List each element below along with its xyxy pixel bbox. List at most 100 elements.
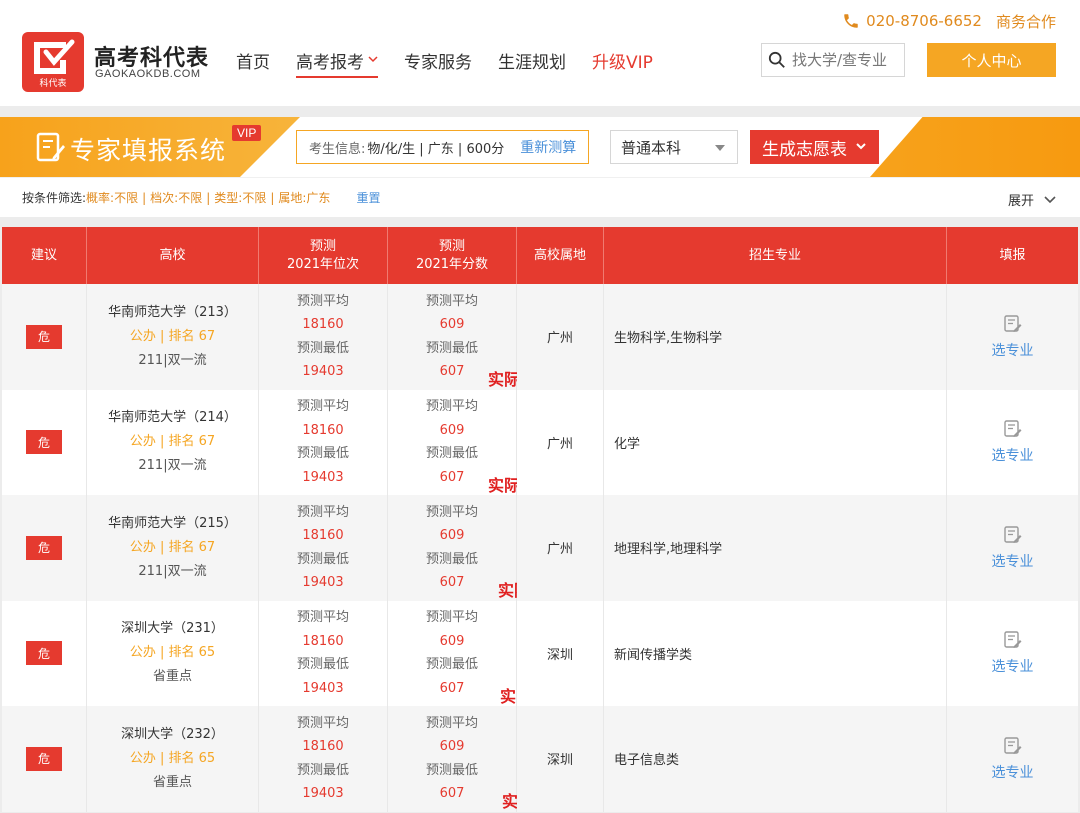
table-row: 危 深圳大学（232） 公办 | 排名 65 省重点 预测平均 18160 预测… bbox=[2, 706, 1078, 812]
rank-avg-label: 预测平均 bbox=[296, 293, 349, 309]
student-info: 考生信息: 物/化/生 | 广东 | 600分 重新测算 bbox=[296, 130, 589, 164]
filter-tier-value[interactable]: 不限 bbox=[178, 189, 202, 206]
table-row: 危 华南师范大学（215） 公办 | 排名 67 211|双一流 预测平均 18… bbox=[2, 495, 1078, 601]
edit-list-icon bbox=[1003, 526, 1021, 543]
rank-avg-value: 18160 bbox=[302, 633, 344, 649]
school-name[interactable]: 深圳大学（231） bbox=[121, 617, 224, 641]
enrollment-major: 新闻传播学类 bbox=[614, 647, 693, 663]
school-tag: 211|双一流 bbox=[138, 458, 207, 474]
pick-major-link[interactable]: 选专业 bbox=[992, 340, 1034, 360]
score-min-value: 607 bbox=[439, 364, 465, 380]
col-rank: 预测 2021年位次 bbox=[259, 227, 388, 284]
nav-upgrade-vip[interactable]: 升级VIP bbox=[592, 48, 653, 78]
pick-major-link[interactable]: 选专业 bbox=[992, 762, 1034, 782]
nav-career-planning[interactable]: 生涯规划 bbox=[498, 48, 566, 78]
pick-major-link[interactable]: 选专业 bbox=[992, 656, 1034, 676]
score-min-label: 预测最低 bbox=[425, 340, 478, 356]
rank-min-label: 预测最低 bbox=[296, 340, 349, 356]
edit-list-icon bbox=[1003, 631, 1021, 649]
rank-min-value: 19403 bbox=[302, 364, 344, 380]
batch-level-value: 普通本科 bbox=[621, 138, 682, 157]
batch-level-select[interactable]: 普通本科 bbox=[610, 130, 738, 164]
nav-expert-service[interactable]: 专家服务 bbox=[404, 48, 472, 78]
score-min-value: 607 bbox=[439, 575, 465, 591]
generate-form-label: 生成志愿表 bbox=[762, 139, 847, 160]
table-body: 危 华南师范大学（213） 公办 | 排名 67 211|双一流 预测平均 18… bbox=[2, 284, 1078, 812]
enrollment-major: 生物科学,生物科学 bbox=[614, 331, 723, 347]
rank-avg-value: 18160 bbox=[302, 528, 344, 544]
filter-expand-toggle[interactable]: 展开 bbox=[1008, 190, 1056, 209]
score-min-label: 预测最低 bbox=[425, 446, 478, 462]
rank-avg-value: 18160 bbox=[302, 422, 344, 438]
pick-major-cell[interactable]: 选专业 bbox=[947, 495, 1078, 601]
col-school: 高校 bbox=[87, 227, 259, 284]
school-name[interactable]: 华南师范大学（214） bbox=[108, 406, 237, 430]
school-name[interactable]: 深圳大学（232） bbox=[121, 723, 224, 747]
school-meta: 公办 | 排名 67 bbox=[129, 328, 216, 344]
rank-avg-label: 预测平均 bbox=[296, 715, 349, 731]
filter-expand-label: 展开 bbox=[1007, 194, 1034, 209]
school-meta: 公办 | 排名 67 bbox=[129, 539, 216, 555]
recommendation-table: 建议 高校 预测 2021年位次 预测 2021年分数 高校属地 招生专业 填报 危… bbox=[2, 227, 1078, 813]
school-tag: 211|双一流 bbox=[138, 563, 207, 579]
risk-badge: 危 bbox=[26, 430, 62, 455]
pick-major-cell[interactable]: 选专业 bbox=[947, 284, 1078, 390]
score-avg-label: 预测平均 bbox=[425, 504, 478, 520]
col-suggest: 建议 bbox=[2, 227, 87, 284]
rank-avg-label: 预测平均 bbox=[296, 399, 349, 415]
filter-region-value[interactable]: 广东 bbox=[306, 189, 330, 206]
school-meta: 公办 | 排名 65 bbox=[129, 645, 216, 661]
chevron-down-icon bbox=[368, 56, 378, 63]
school-location: 广州 bbox=[546, 436, 573, 452]
pick-major-link[interactable]: 选专业 bbox=[992, 445, 1034, 465]
pick-major-cell[interactable]: 选专业 bbox=[947, 389, 1078, 495]
score-avg-label: 预测平均 bbox=[425, 293, 478, 309]
rank-avg-value: 18160 bbox=[302, 739, 344, 755]
logo-mark-icon bbox=[34, 39, 75, 74]
recalculate-link[interactable]: 重新测算 bbox=[520, 137, 576, 157]
score-avg-label: 预测平均 bbox=[425, 399, 478, 415]
search-icon[interactable] bbox=[768, 51, 786, 69]
school-tag: 211|双一流 bbox=[138, 352, 207, 368]
nav-home[interactable]: 首页 bbox=[236, 48, 270, 78]
score-avg-value: 609 bbox=[439, 739, 465, 755]
search-input[interactable] bbox=[792, 51, 902, 69]
business-link[interactable]: 商务合作 bbox=[996, 11, 1056, 32]
filter-region-key: 属地: bbox=[278, 191, 307, 205]
filter-tier-key: 档次: bbox=[150, 191, 179, 205]
school-tag: 省重点 bbox=[152, 774, 192, 790]
edit-list-icon bbox=[1003, 737, 1021, 754]
risk-badge: 危 bbox=[26, 324, 62, 349]
rank-min-label: 预测最低 bbox=[296, 446, 349, 462]
nav-gaokao-apply[interactable]: 高考报考 bbox=[296, 48, 378, 78]
school-name[interactable]: 华南师范大学（213） bbox=[108, 301, 237, 325]
site-header: 020-8706-6652 商务合作 科代表 高考科代表 GAOKAOKDB.C… bbox=[0, 0, 1080, 106]
pick-major-link[interactable]: 选专业 bbox=[992, 551, 1034, 571]
score-avg-label: 预测平均 bbox=[425, 610, 478, 626]
pick-major-cell[interactable]: 选专业 bbox=[947, 706, 1078, 812]
score-min-value: 607 bbox=[439, 469, 465, 485]
table-row: 危 深圳大学（231） 公办 | 排名 65 省重点 预测平均 18160 预测… bbox=[2, 600, 1078, 706]
filter-probability-key: 概率: bbox=[86, 191, 115, 205]
rank-min-value: 19403 bbox=[302, 469, 344, 485]
enrollment-major: 电子信息类 bbox=[614, 753, 680, 769]
school-location: 深圳 bbox=[546, 647, 573, 663]
filter-probability-value[interactable]: 不限 bbox=[114, 189, 138, 206]
filter-type-value[interactable]: 不限 bbox=[242, 189, 266, 206]
score-min-label: 预测最低 bbox=[425, 762, 478, 778]
filter-type-key: 类型: bbox=[214, 191, 243, 205]
logo[interactable]: 科代表 bbox=[22, 32, 84, 92]
student-info-label: 考生信息: bbox=[309, 141, 366, 157]
pick-major-cell[interactable]: 选专业 bbox=[947, 600, 1078, 706]
form-edit-icon bbox=[36, 132, 65, 162]
rank-avg-value: 18160 bbox=[302, 317, 344, 333]
generate-form-button[interactable]: 生成志愿表 bbox=[750, 130, 879, 164]
rank-min-value: 19403 bbox=[302, 680, 344, 696]
school-name[interactable]: 华南师范大学（215） bbox=[108, 512, 237, 536]
main-nav: 首页 高考报考 专家服务 生涯规划 升级VIP bbox=[236, 48, 679, 78]
user-center-button[interactable]: 个人中心 bbox=[927, 43, 1056, 77]
expert-system-banner: 专家填报系统 VIP 考生信息: 物/化/生 | 广东 | 600分 重新测算 … bbox=[0, 117, 1080, 177]
score-avg-value: 609 bbox=[439, 317, 465, 333]
student-info-value: 物/化/生 | 广东 | 600分 bbox=[367, 141, 505, 157]
filter-reset-link[interactable]: 重置 bbox=[356, 189, 380, 206]
